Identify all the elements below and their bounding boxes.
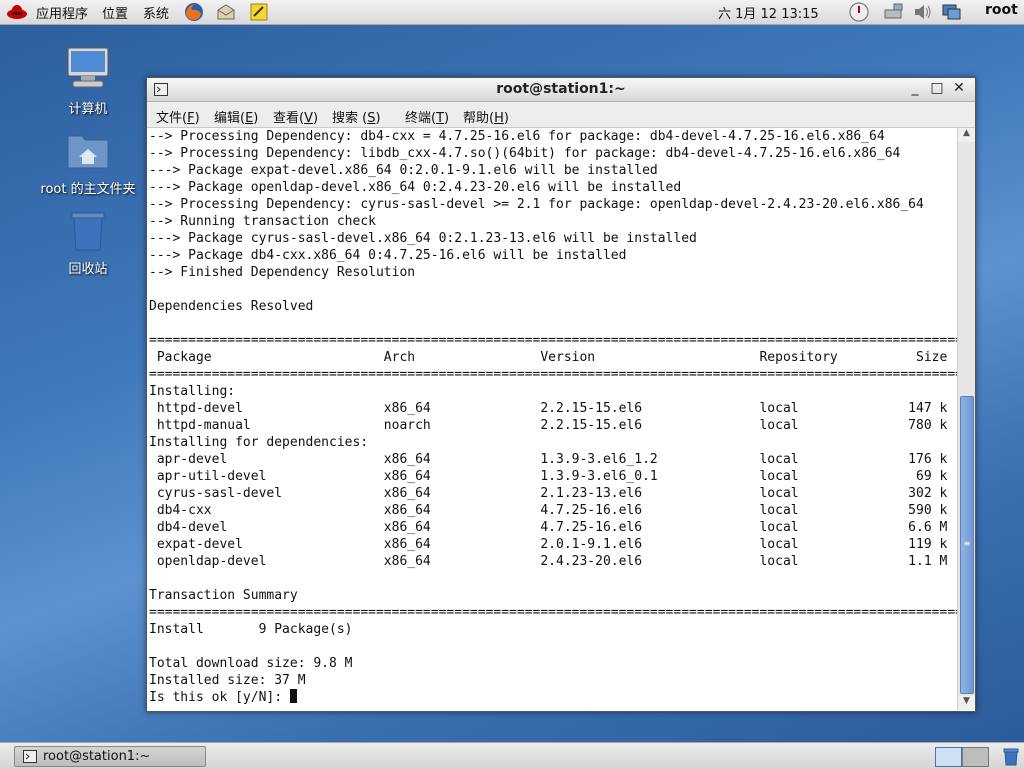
terminal-line: Installed size: 37 M bbox=[149, 673, 306, 688]
terminal-line: ========================================… bbox=[149, 333, 957, 348]
terminal-line: ========================================… bbox=[149, 367, 957, 382]
computer-icon bbox=[67, 47, 109, 88]
notes-icon[interactable] bbox=[248, 1, 270, 23]
vertical-scrollbar[interactable]: ▲ ≡ ▼ bbox=[957, 128, 975, 710]
desktop-home-folder-icon[interactable]: root 的主文件夹 bbox=[38, 130, 138, 197]
scrollbar-thumb[interactable]: ≡ bbox=[960, 396, 974, 694]
terminal-line: Dependencies Resolved bbox=[149, 299, 314, 314]
volume-icon[interactable] bbox=[912, 1, 934, 23]
top-panel: 应用程序 位置 系统 六 1月 12 13:15 root bbox=[0, 0, 1024, 25]
desktop-icon-label: 回收站 bbox=[68, 262, 108, 277]
terminal-line: cyrus-sasl-devel x86_64 2.1.23-13.el6 lo… bbox=[149, 486, 948, 501]
terminal-line: openldap-devel x86_64 2.4.23-20.el6 loca… bbox=[149, 554, 948, 569]
terminal-line: httpd-manual noarch 2.2.15-15.el6 local … bbox=[149, 418, 948, 433]
taskbar-window-label: root@station1:~ bbox=[43, 749, 151, 764]
bottom-panel: root@station1:~ bbox=[0, 742, 1024, 769]
terminal-line: --> Processing Dependency: db4-cxx = 4.7… bbox=[149, 129, 885, 144]
desktop-icon-label: 计算机 bbox=[68, 102, 108, 117]
terminal-line: Total download size: 9.8 M bbox=[149, 656, 353, 671]
terminal-line: --> Processing Dependency: libdb_cxx-4.7… bbox=[149, 146, 901, 161]
maximize-button[interactable]: □ bbox=[928, 80, 946, 96]
menu-file[interactable]: 文件(F) bbox=[156, 107, 200, 126]
terminal-line: --> Processing Dependency: cyrus-sasl-de… bbox=[149, 197, 924, 212]
scroll-down-arrow-icon[interactable]: ▼ bbox=[958, 696, 975, 710]
terminal-line: db4-cxx x86_64 4.7.25-16.el6 local 590 k bbox=[149, 503, 948, 518]
menubar: 文件(F) 编辑(E) 查看(V) 搜索 (S) 终端(T) 帮助(H) bbox=[147, 102, 975, 128]
trash-applet-icon[interactable] bbox=[1001, 747, 1021, 766]
places-menu[interactable]: 位置 bbox=[102, 3, 128, 22]
home-folder-icon bbox=[67, 135, 109, 169]
terminal-line: httpd-devel x86_64 2.2.15-15.el6 local 1… bbox=[149, 401, 948, 416]
terminal-line: ---> Package db4-cxx.x86_64 0:4.7.25-16.… bbox=[149, 248, 627, 263]
menu-help[interactable]: 帮助(H) bbox=[463, 107, 509, 126]
system-menu[interactable]: 系统 bbox=[143, 3, 169, 22]
mail-icon[interactable] bbox=[215, 1, 237, 23]
display-icon[interactable] bbox=[940, 1, 962, 23]
terminal-line: Is this ok [y/N]: bbox=[149, 689, 297, 706]
terminal-line: ========================================… bbox=[149, 605, 957, 620]
terminal-line: --> Running transaction check bbox=[149, 214, 376, 229]
terminal-window[interactable]: root@station1:~ _ □ ✕ 文件(F) 编辑(E) 查看(V) … bbox=[146, 77, 976, 712]
terminal-line: ---> Package openldap-devel.x86_64 0:2.4… bbox=[149, 180, 682, 195]
redhat-logo-icon[interactable] bbox=[6, 1, 28, 23]
terminal-line: --> Finished Dependency Resolution bbox=[149, 265, 416, 280]
terminal-line: Install 9 Package(s) bbox=[149, 622, 353, 637]
desktop-trash-icon[interactable]: 回收站 bbox=[38, 210, 138, 277]
scroll-up-arrow-icon[interactable]: ▲ bbox=[958, 128, 975, 142]
window-titlebar[interactable]: root@station1:~ _ □ ✕ bbox=[147, 78, 975, 102]
update-icon[interactable] bbox=[848, 1, 870, 23]
terminal-line: ---> Package cyrus-sasl-devel.x86_64 0:2… bbox=[149, 231, 697, 246]
terminal-line: apr-devel x86_64 1.3.9-3.el6_1.2 local 1… bbox=[149, 452, 948, 467]
workspace-1[interactable] bbox=[935, 747, 962, 767]
terminal-line: ---> Package expat-devel.x86_64 0:2.0.1-… bbox=[149, 163, 658, 178]
trash-icon bbox=[71, 212, 105, 251]
scrollbar-grip-icon: ≡ bbox=[963, 539, 971, 548]
terminal-line: db4-devel x86_64 4.7.25-16.el6 local 6.6… bbox=[149, 520, 948, 535]
clock[interactable]: 六 1月 12 13:15 bbox=[718, 3, 819, 22]
minimize-button[interactable]: _ bbox=[906, 80, 924, 96]
terminal-line: Installing: bbox=[149, 384, 236, 399]
terminal-output[interactable]: --> Processing Dependency: db4-cxx = 4.7… bbox=[147, 128, 957, 710]
menu-search[interactable]: 搜索 (S) bbox=[332, 107, 381, 126]
desktop-icon-label: root 的主文件夹 bbox=[40, 182, 136, 197]
taskbar-window-button[interactable]: root@station1:~ bbox=[14, 746, 206, 767]
terminal-line: expat-devel x86_64 2.0.1-9.1.el6 local 1… bbox=[149, 537, 948, 552]
username-label[interactable]: root bbox=[985, 2, 1018, 18]
applications-menu[interactable]: 应用程序 bbox=[36, 3, 88, 22]
terminal-line: Installing for dependencies: bbox=[149, 435, 369, 450]
window-title: root@station1:~ bbox=[496, 81, 626, 97]
terminal-icon bbox=[23, 750, 37, 763]
close-button[interactable]: ✕ bbox=[950, 80, 968, 96]
terminal-line: Package Arch Version Repository Size bbox=[149, 350, 948, 365]
menu-edit[interactable]: 编辑(E) bbox=[214, 107, 258, 126]
firefox-icon[interactable] bbox=[183, 1, 205, 23]
desktop-computer-icon[interactable]: 计算机 bbox=[38, 46, 138, 117]
menu-view[interactable]: 查看(V) bbox=[273, 107, 318, 126]
workspace-2[interactable] bbox=[962, 747, 989, 767]
network-icon[interactable] bbox=[882, 1, 904, 23]
terminal-line: Transaction Summary bbox=[149, 588, 298, 603]
text-cursor bbox=[289, 689, 297, 703]
terminal-line: apr-util-devel x86_64 1.3.9-3.el6_0.1 lo… bbox=[149, 469, 948, 484]
menu-terminal[interactable]: 终端(T) bbox=[405, 107, 449, 126]
